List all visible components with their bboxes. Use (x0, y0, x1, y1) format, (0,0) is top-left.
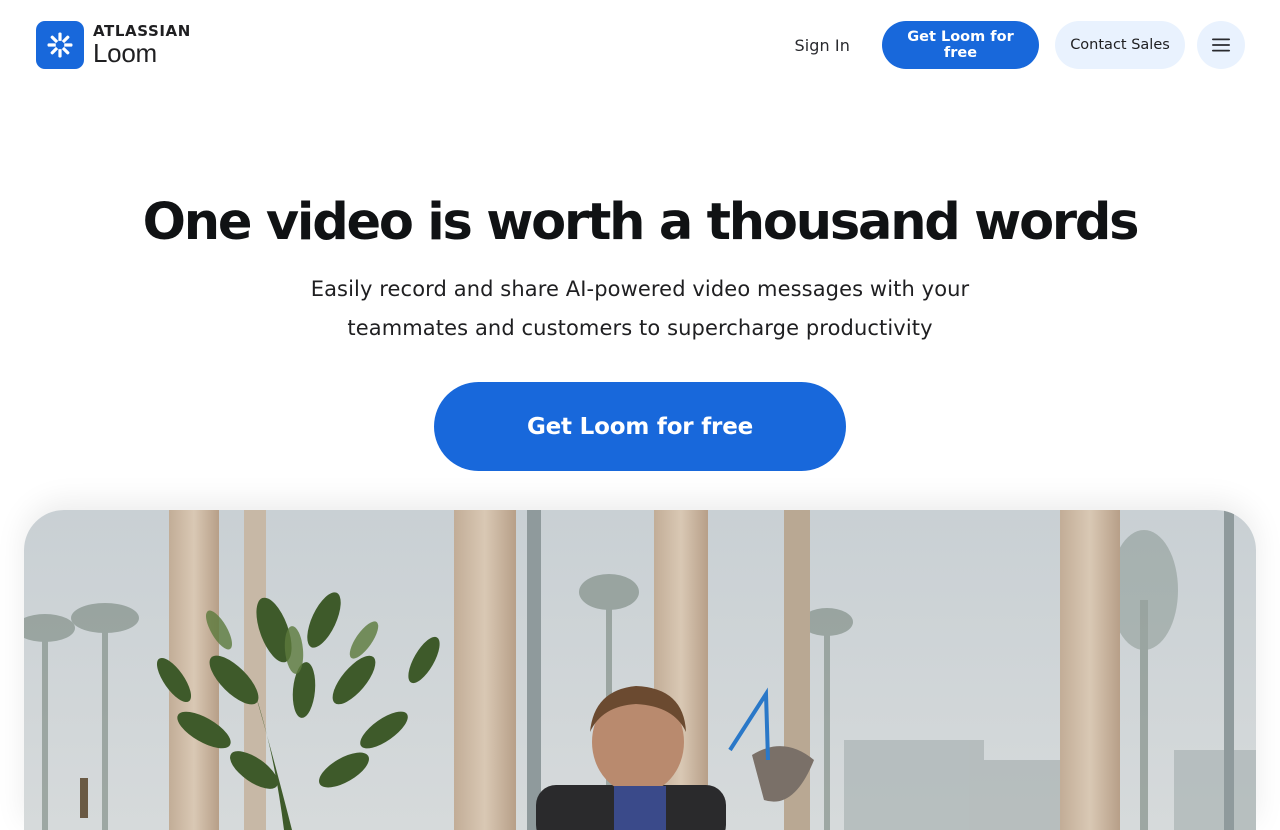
hamburger-menu-icon (1212, 38, 1230, 52)
loom-starburst-icon (36, 21, 84, 69)
hero-section: One video is worth a thousand words Easi… (0, 190, 1280, 348)
sign-in-link[interactable]: Sign In (794, 36, 850, 55)
logo-brand-text: ATLASSIAN (93, 22, 191, 40)
hero-get-loom-free-button[interactable]: Get Loom for free (434, 382, 846, 471)
hero-subtitle: Easily record and share AI-powered video… (260, 270, 1020, 348)
hero-title: One video is worth a thousand words (142, 193, 1140, 252)
logo-wordmark: ATLASSIAN Loom (93, 22, 191, 68)
hero-subtitle-line-2: teammates and customers to supercharge p… (347, 316, 933, 340)
logo-product-text: Loom (93, 38, 157, 68)
contact-sales-button[interactable]: Contact Sales (1055, 21, 1185, 69)
menu-button[interactable] (1197, 21, 1245, 69)
header-nav: Sign In Get Loom for free Contact Sales (794, 21, 1245, 69)
hero-video[interactable] (24, 510, 1256, 830)
site-header: ATLASSIAN Loom Sign In Get Loom for free… (0, 0, 1280, 90)
hero-subtitle-line-1: Easily record and share AI-powered video… (310, 277, 970, 301)
atlassian-loom-logo[interactable]: ATLASSIAN Loom (36, 21, 191, 69)
get-loom-free-button[interactable]: Get Loom for free (882, 21, 1039, 69)
